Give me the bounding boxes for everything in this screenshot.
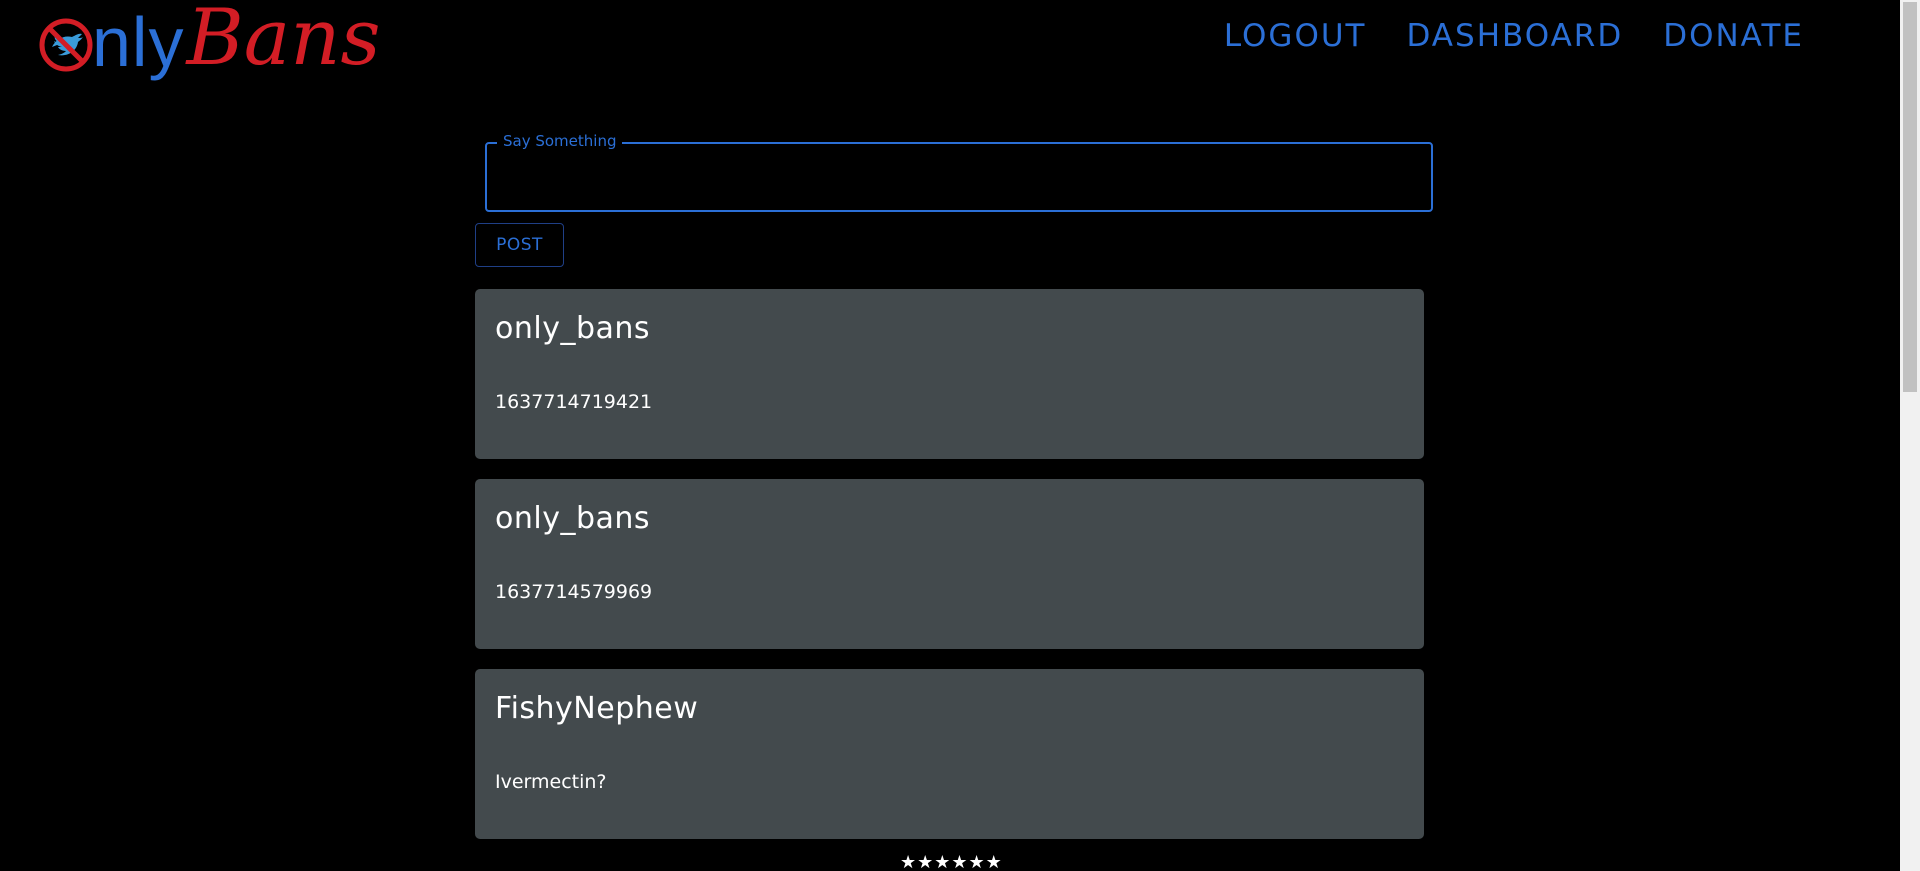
- say-something-field[interactable]: Say Something: [485, 132, 1433, 212]
- dashboard-link[interactable]: DASHBOARD: [1406, 18, 1623, 54]
- donate-link[interactable]: DONATE: [1663, 18, 1804, 54]
- post-body: 1637714719421: [495, 391, 653, 413]
- page-scrollbar[interactable]: [1900, 0, 1920, 871]
- post-card: FishyNephew Ivermectin?: [475, 669, 1424, 839]
- top-nav: LOGOUT DASHBOARD DONATE: [1224, 18, 1804, 54]
- post-body: Ivermectin?: [495, 771, 607, 793]
- banned-bird-icon: [39, 18, 93, 72]
- say-something-input[interactable]: [499, 162, 1419, 198]
- post-card: only_bans 1637714719421: [475, 289, 1424, 459]
- page: nly Bans LOGOUT DASHBOARD DONATE Say Som…: [0, 0, 1920, 871]
- logout-link[interactable]: LOGOUT: [1224, 18, 1367, 54]
- post-author: FishyNephew: [495, 691, 699, 726]
- scrollbar-thumb[interactable]: [1903, 2, 1917, 392]
- say-something-label: Say Something: [497, 132, 623, 150]
- logo-text-bans: Bans: [186, 0, 381, 83]
- star-rating[interactable]: ★★★★★★: [900, 852, 1003, 871]
- post-button[interactable]: POST: [475, 223, 564, 267]
- post-author: only_bans: [495, 501, 651, 536]
- post-card: only_bans 1637714579969: [475, 479, 1424, 649]
- post-author: only_bans: [495, 311, 651, 346]
- logo-text-nly: nly: [92, 3, 185, 81]
- only-bans-logo[interactable]: nly Bans: [38, 0, 381, 83]
- post-body: 1637714579969: [495, 581, 653, 603]
